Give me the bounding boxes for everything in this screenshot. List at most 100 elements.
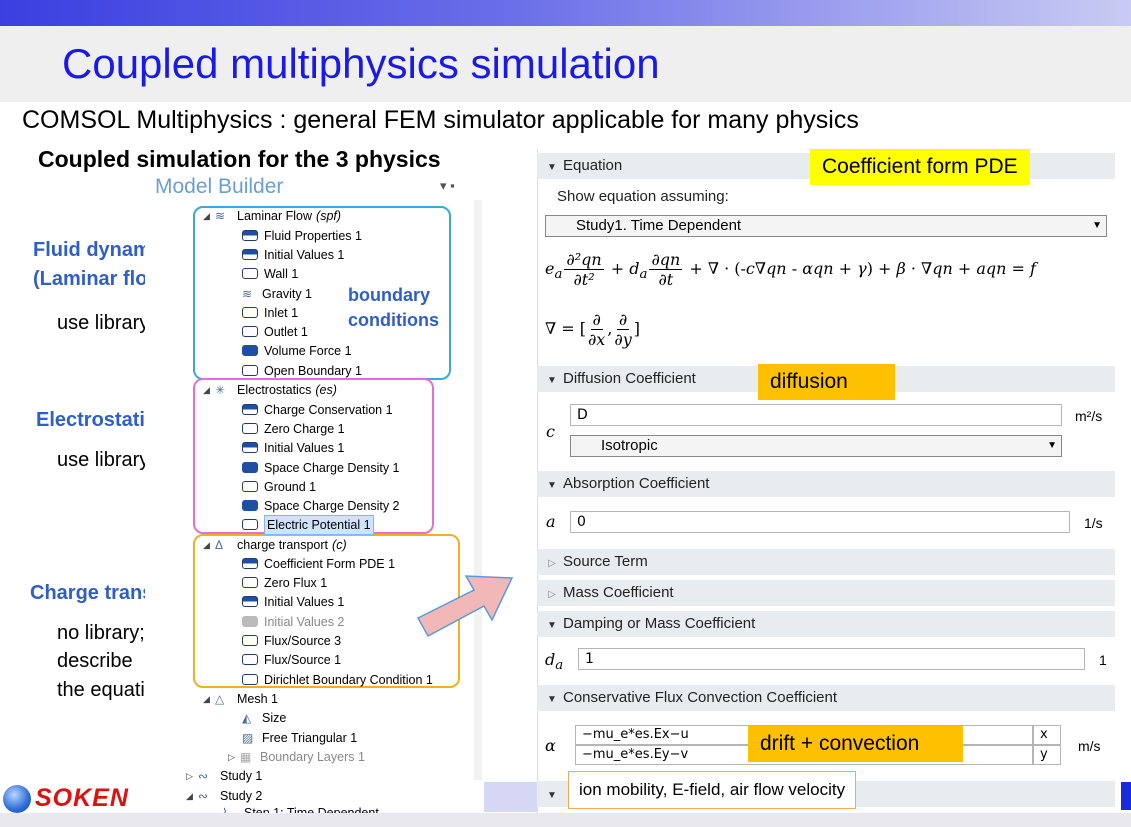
globe-icon (3, 784, 31, 813)
tree-node-wall[interactable]: Wall 1 (242, 264, 298, 283)
collapse-triangle-icon[interactable]: ◢ (203, 381, 215, 399)
tree-node-gravity[interactable]: ≋ Gravity 1 (242, 284, 312, 303)
isotropic-select[interactable]: Isotropic ▼ (570, 435, 1062, 457)
boundary-node-icon (242, 326, 258, 337)
boundary-node-icon (242, 481, 258, 492)
boundary-node-icon (242, 307, 258, 318)
tree-node-step-1[interactable]: ⌇ Step 1: Time Dependent (222, 804, 379, 813)
tree-node-space-charge-1[interactable]: Space Charge Density 1 (242, 458, 400, 477)
boundary-node-icon (242, 577, 258, 588)
tree-node-mesh[interactable]: ◢ △ Mesh 1 (203, 689, 278, 708)
diffusion-input[interactable]: D (570, 404, 1062, 426)
gravity-icon: ≋ (242, 286, 253, 301)
collapse-triangle-icon[interactable]: ◢ (203, 690, 215, 708)
step-icon: ⌇ (222, 806, 228, 813)
show-equation-label: Show equation assuming: (557, 188, 729, 205)
tree-node-ct-initial-values-1[interactable]: Initial Values 1 (242, 592, 344, 611)
tree-node-outlet[interactable]: Outlet 1 (242, 322, 308, 341)
slide-title: Coupled multiphysics simulation (62, 40, 660, 87)
study-select[interactable]: Study1. Time Dependent ▼ (545, 215, 1107, 237)
fluid-note: use library (57, 312, 150, 334)
tree-node-charge-transport[interactable]: ◢ Δ charge transport (c) (203, 535, 347, 554)
tree-node-charge-conservation[interactable]: Charge Conservation 1 (242, 400, 393, 419)
tree-node-volume-force[interactable]: Volume Force 1 (242, 341, 352, 360)
boundary-node-icon (242, 674, 258, 685)
tree-node-ground[interactable]: Ground 1 (242, 477, 316, 496)
electrostatics-icon: ✳ (215, 382, 226, 397)
absorption-input[interactable]: 0 (570, 511, 1070, 533)
collapse-triangle-icon[interactable]: ◢ (203, 536, 215, 554)
laminar-flow-icon: ≋ (215, 208, 226, 223)
domain-node-icon (242, 442, 258, 453)
dropdown-arrow-icon: ▼ (1047, 440, 1057, 451)
boundary-layers-icon: ▦ (240, 749, 252, 764)
tree-node-coefficient-form-pde[interactable]: Coefficient Form PDE 1 (242, 554, 395, 573)
domain-node-icon (242, 230, 258, 241)
section-source-term[interactable]: ▷ Source Term (537, 549, 1115, 575)
coefficient-form-callout: Coefficient form PDE (810, 149, 1030, 185)
tree-node-size[interactable]: ◭ Size (242, 708, 286, 727)
tree-node-flux-source-3[interactable]: Flux/Source 3 (242, 631, 341, 650)
domain-node-icon (242, 404, 258, 415)
pde-equation: ea ∂²qn ∂t² + da ∂qn ∂t + ∇ · (-c∇qn - αqn +… (545, 250, 1036, 289)
diffusion-callout: diffusion (758, 364, 895, 400)
panel-menu-icon[interactable]: ▾ ▪ (440, 178, 455, 194)
bottom-strip (0, 813, 1131, 827)
tree-node-zero-flux[interactable]: Zero Flux 1 (242, 573, 327, 592)
section-absorption[interactable]: ▼ Absorption Coefficient (537, 471, 1115, 497)
caret-down-icon: ▼ (547, 790, 557, 801)
domain-node-icon (242, 558, 258, 569)
tree-node-laminar-flow[interactable]: ◢ ≋ Laminar Flow (spf) (203, 206, 341, 225)
expand-triangle-icon[interactable]: ▷ (228, 748, 240, 766)
tree-node-electrostatics[interactable]: ◢ ✳ Electrostatics (es) (203, 380, 337, 399)
dropdown-arrow-icon: ▼ (1092, 220, 1102, 231)
tree-node-open-boundary[interactable]: Open Boundary 1 (242, 361, 362, 380)
diffusion-unit: m²/s (1075, 408, 1103, 424)
charge-note-2: describe (57, 650, 133, 672)
boundary-node-icon (242, 365, 258, 376)
study-icon: ∾ (198, 768, 209, 783)
boundary-conditions-label: boundary conditions (348, 285, 439, 330)
tree-node-dirichlet[interactable]: Dirichlet Boundary Condition 1 (242, 670, 433, 689)
boundary-node-icon (242, 423, 258, 434)
alpha-unit: m/s (1078, 738, 1101, 754)
section-convection[interactable]: ▼ Conservative Flux Convection Coefficien… (537, 685, 1115, 711)
caret-right-icon: ▷ (548, 589, 556, 600)
tree-node-boundary-layers[interactable]: ▷ ▦ Boundary Layers 1 (228, 747, 365, 766)
soken-logo: SOKEN (3, 784, 129, 813)
collapse-triangle-icon[interactable]: ◢ (203, 207, 215, 225)
c-symbol: c (546, 422, 555, 441)
study-icon: ∾ (198, 788, 209, 803)
tree-node-inlet[interactable]: Inlet 1 (242, 303, 298, 322)
triangular-mesh-icon: ▨ (242, 730, 254, 745)
charge-note-1: no library; (57, 622, 145, 644)
section-mass-coefficient[interactable]: ▷ Mass Coefficient (537, 580, 1115, 606)
tree-scrollbar[interactable] (474, 200, 482, 780)
boundary-node-icon (242, 635, 258, 646)
mesh-icon: △ (215, 691, 225, 706)
tree-node-flux-source-1[interactable]: Flux/Source 1 (242, 650, 341, 669)
tree-node-study-2[interactable]: ◢ ∾ Study 2 (186, 786, 262, 805)
y-component-label: y (1033, 745, 1061, 765)
tree-node-ct-initial-values-2[interactable]: Initial Values 2 (242, 612, 344, 631)
caret-down-icon: ▼ (547, 480, 557, 491)
tree-node-initial-values[interactable]: Initial Values 1 (242, 245, 344, 264)
caret-down-icon: ▼ (547, 162, 557, 173)
tree-node-electric-potential[interactable]: Electric Potential 1 (242, 514, 374, 535)
tree-node-fluid-properties[interactable]: Fluid Properties 1 (242, 226, 362, 245)
electro-note: use library (57, 449, 150, 471)
domain-node-icon (242, 596, 258, 607)
damping-input[interactable]: 1 (578, 648, 1085, 670)
tree-node-space-charge-2[interactable]: Space Charge Density 2 (242, 496, 400, 515)
ion-mobility-callout: ion mobility, E-field, air flow velocity (568, 771, 857, 809)
boundary-node-icon (242, 268, 258, 279)
collapse-triangle-icon[interactable]: ◢ (186, 787, 198, 805)
slide-subtitle: COMSOL Multiphysics : general FEM simula… (22, 106, 859, 134)
expand-triangle-icon[interactable]: ▷ (186, 767, 198, 785)
tree-node-es-initial-values[interactable]: Initial Values 1 (242, 438, 344, 457)
section-damping[interactable]: ▼ Damping or Mass Coefficient (537, 611, 1115, 637)
domain-node-icon (242, 500, 258, 511)
tree-node-zero-charge[interactable]: Zero Charge 1 (242, 419, 345, 438)
tree-node-study-1[interactable]: ▷ ∾ Study 1 (186, 766, 262, 785)
tree-node-free-triangular[interactable]: ▨ Free Triangular 1 (242, 728, 357, 747)
